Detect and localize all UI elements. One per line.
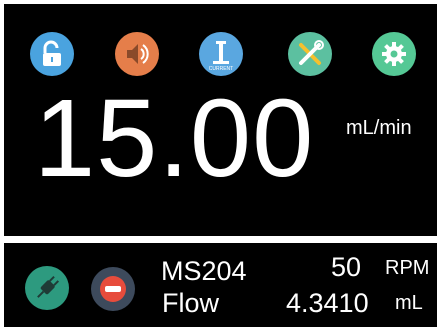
sound-button[interactable] xyxy=(115,32,159,76)
volume-value: 4.3410 xyxy=(286,288,369,318)
current-icon: CURRENT xyxy=(209,41,233,72)
settings-button[interactable] xyxy=(372,32,416,76)
plug-icon xyxy=(37,275,60,298)
unlock-icon xyxy=(43,40,61,66)
stop-icon xyxy=(100,276,126,302)
speed-value: 50 xyxy=(331,252,362,282)
pump-mode: Flow xyxy=(162,288,220,318)
stop-button[interactable] xyxy=(91,267,135,311)
settings-icon xyxy=(382,42,406,66)
flow-rate-value: 15.00 xyxy=(34,77,315,200)
pump-model: MS204 xyxy=(161,256,247,286)
tools-icon xyxy=(299,40,324,65)
speed-unit: RPM xyxy=(385,257,430,279)
sound-icon xyxy=(127,44,149,64)
volume-unit: mL xyxy=(395,292,423,314)
tools-button[interactable] xyxy=(288,32,332,76)
current-button[interactable]: CURRENT xyxy=(199,32,243,76)
flow-rate-unit: mL/min xyxy=(346,117,412,139)
power-button[interactable] xyxy=(25,266,69,310)
current-icon-label: CURRENT xyxy=(209,66,233,72)
unlock-button[interactable] xyxy=(30,32,74,76)
